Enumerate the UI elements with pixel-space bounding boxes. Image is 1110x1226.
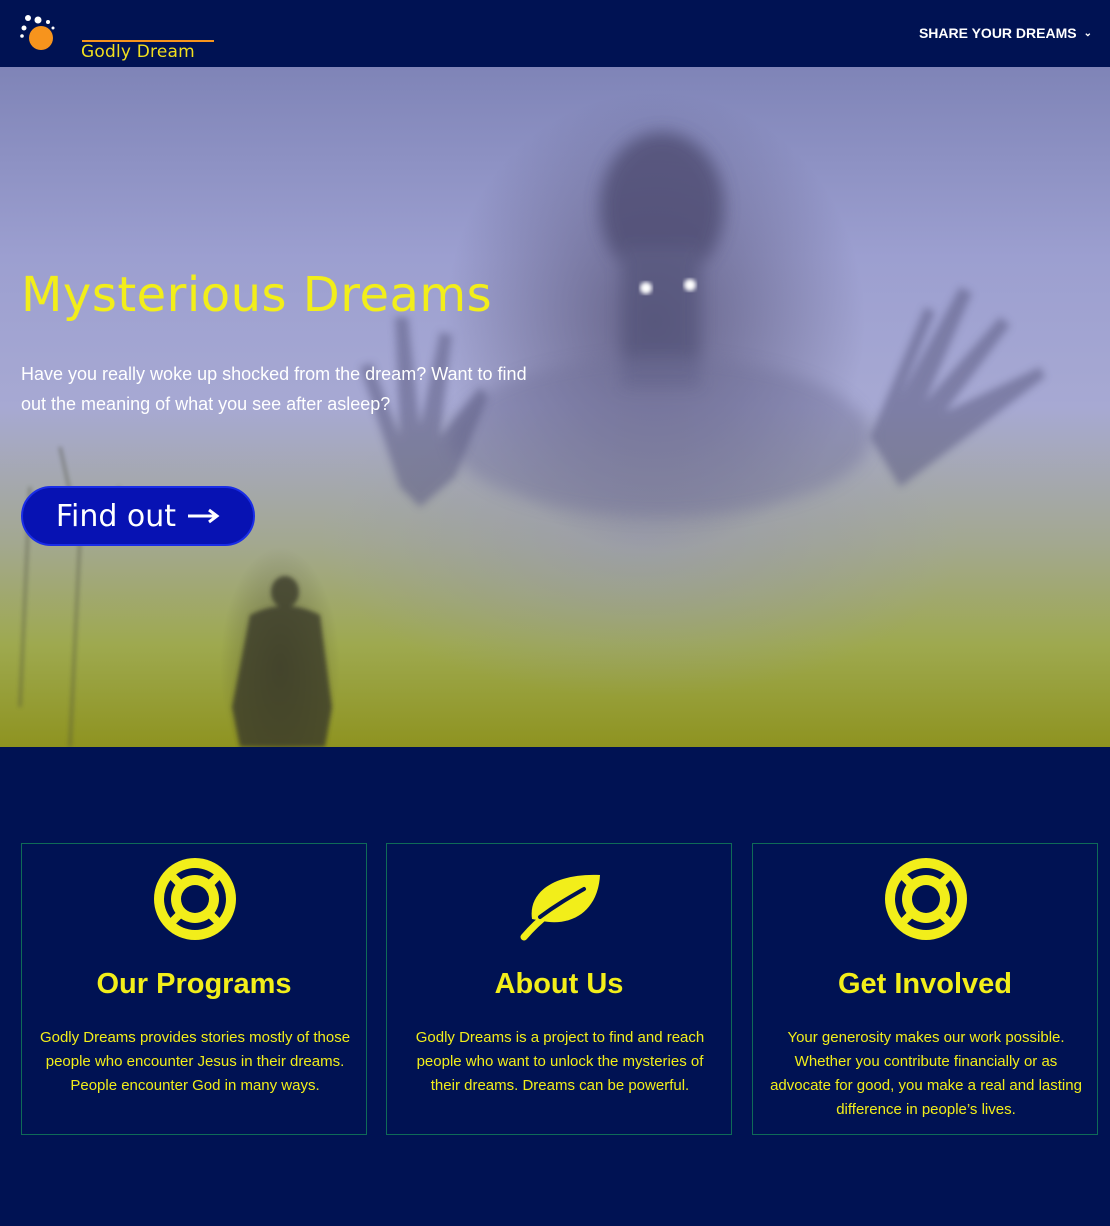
arrow-right-icon — [188, 508, 220, 524]
card-text: Godly Dreams is a project to find and re… — [415, 1029, 705, 1094]
hero-banner: Mysterious Dreams Have you really woke u… — [0, 67, 1110, 747]
card-text: Your generosity makes our work possible.… — [770, 1029, 1082, 1118]
site-header: Godly Dream SHARE YOUR DREAMS ⌄ — [0, 0, 1110, 67]
card-title: Our Programs — [96, 968, 292, 1000]
chevron-down-icon: ⌄ — [1083, 27, 1092, 39]
hero-title: Mysterious Dreams — [21, 267, 493, 323]
lifebuoy-icon — [154, 858, 236, 940]
find-out-button-label: Find out — [55, 498, 177, 534]
card-title: Get Involved — [837, 968, 1013, 1000]
leaf-icon — [520, 874, 600, 941]
site-logo[interactable]: Godly Dream — [20, 14, 214, 62]
find-out-button[interactable]: Find out — [21, 486, 255, 546]
nav-share-dreams[interactable]: SHARE YOUR DREAMS ⌄ — [919, 25, 1092, 41]
card-about-us: About Us Godly Dreams is a project to fi… — [386, 843, 732, 1135]
card-title: About Us — [494, 968, 624, 1000]
card-text: Godly Dreams provides stories mostly of … — [39, 1029, 351, 1094]
logo-text: Godly Dream — [81, 42, 195, 62]
card-get-involved: Get Involved Your generosity makes our w… — [752, 843, 1098, 1135]
card-our-programs: Our Programs Godly Dreams provides stori… — [21, 843, 367, 1135]
hero-subtitle: Have you really woke up shocked from the… — [21, 364, 527, 414]
lifebuoy-icon — [885, 858, 967, 940]
nav-label: SHARE YOUR DREAMS — [918, 25, 1077, 41]
logo-mark-icon — [20, 15, 55, 50]
